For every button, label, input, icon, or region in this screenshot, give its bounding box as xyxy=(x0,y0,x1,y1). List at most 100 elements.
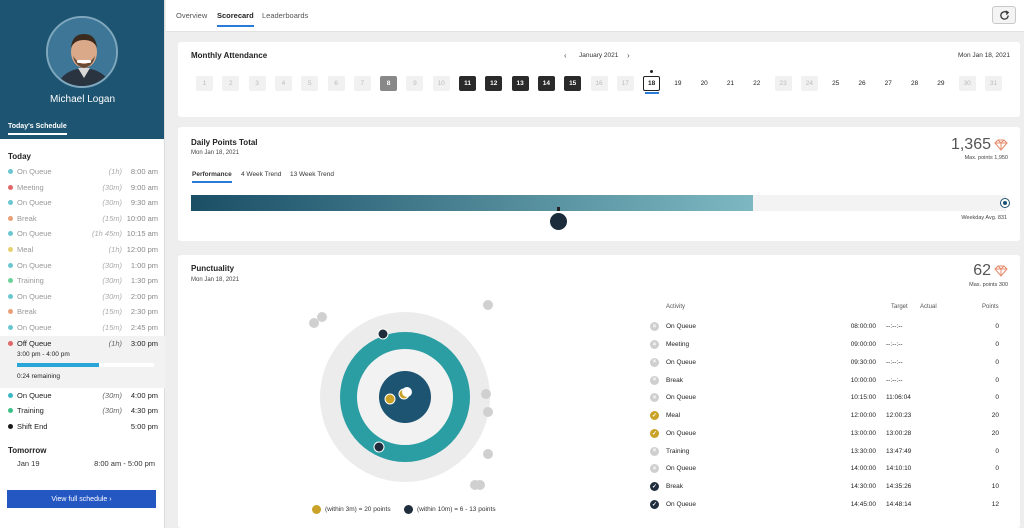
punctuality-max: Max. points 300 xyxy=(969,282,1008,288)
user-marker-avatar xyxy=(549,212,568,231)
refresh-button[interactable] xyxy=(992,6,1016,24)
activity-dot xyxy=(8,231,13,237)
view-full-schedule-button[interactable]: View full schedule › xyxy=(7,490,156,508)
activity-label: On Queue xyxy=(17,260,52,270)
calendar-day[interactable]: 24 xyxy=(800,76,818,91)
gem-icon xyxy=(994,265,1008,277)
activity-label: On Queue xyxy=(17,229,52,239)
calendar-day[interactable]: 19 xyxy=(669,76,686,91)
table-row: × Meeting 09:00:00 --:--:-- 0 xyxy=(648,336,1003,354)
activity-dot xyxy=(8,309,13,315)
calendar-day[interactable]: 12 xyxy=(485,76,503,91)
calendar-day[interactable]: 30 xyxy=(958,76,976,91)
tab-performance[interactable]: Performance xyxy=(192,171,232,183)
calendar-day[interactable]: 2 xyxy=(222,76,240,91)
activity-duration: (30m) xyxy=(102,182,122,192)
table-row: × Training 13:30:00 13:47:49 0 xyxy=(648,442,1003,460)
profile-header: Michael Logan Today's Schedule xyxy=(0,0,164,139)
list-item: Off Queue (1h) 3:00 pm xyxy=(8,336,158,351)
row-points: 0 xyxy=(995,465,999,473)
list-item: On Queue (30m) 2:00 pm xyxy=(8,289,158,304)
calendar-day[interactable]: 28 xyxy=(906,76,923,91)
missed-icon: × xyxy=(650,357,659,367)
tab-4-week-trend[interactable]: 4 Week Trend xyxy=(241,171,281,178)
row-target: 14:30:00 xyxy=(850,483,876,491)
attendance-date: Mon Jan 18, 2021 xyxy=(957,52,1010,59)
calendar-day[interactable]: 10 xyxy=(432,76,450,91)
calendar-day[interactable]: 14 xyxy=(537,76,555,91)
row-target: 10:00:00 xyxy=(850,376,876,384)
activity-time: 10:00 am xyxy=(126,213,158,223)
row-actual: --:--:-- xyxy=(886,376,903,384)
col-activity: Activity xyxy=(666,304,686,310)
calendar-day[interactable]: 1 xyxy=(196,76,213,91)
activity-time: 12:00 pm xyxy=(126,245,158,254)
calendar-day[interactable]: 15 xyxy=(564,76,582,91)
calendar-day[interactable]: 27 xyxy=(880,76,897,91)
calendar-day[interactable]: 23 xyxy=(774,76,792,91)
calendar-day[interactable]: 21 xyxy=(722,76,739,91)
calendar-day[interactable]: 29 xyxy=(932,76,949,91)
activity-time: 2:00 pm xyxy=(130,291,158,301)
tab-13-week-trend[interactable]: 13 Week Trend xyxy=(290,171,334,178)
tab-overview[interactable]: Overview xyxy=(176,11,207,20)
prev-month-chevron-icon[interactable]: ‹ xyxy=(564,51,567,60)
row-points: 0 xyxy=(995,376,999,384)
calendar-day[interactable]: 18 xyxy=(643,76,661,91)
activity-duration: (30m) xyxy=(102,291,122,301)
calendar-day[interactable]: 22 xyxy=(748,76,765,91)
row-activity: On Queue xyxy=(666,358,696,366)
activity-time: 5:00 pm xyxy=(130,421,158,431)
row-target: 09:30:00 xyxy=(850,358,876,366)
missed-icon: × xyxy=(650,446,659,456)
next-month-chevron-icon[interactable]: › xyxy=(627,51,630,60)
current-progress xyxy=(17,363,154,367)
tab-leaderboards[interactable]: Leaderboards xyxy=(262,11,308,20)
calendar-day[interactable]: 4 xyxy=(274,76,292,91)
calendar-day[interactable]: 5 xyxy=(301,76,319,91)
activity-duration: (15m) xyxy=(102,323,122,332)
activity-dot xyxy=(8,293,13,299)
calendar-day[interactable]: 25 xyxy=(827,76,844,91)
tab-scorecard[interactable]: Scorecard xyxy=(217,11,254,27)
row-target: 14:45:00 xyxy=(850,500,876,508)
calendar-day[interactable]: 31 xyxy=(985,76,1002,91)
table-row: ✓ Break 14:30:00 14:35:26 10 xyxy=(648,478,1003,496)
points-bar-fill xyxy=(191,195,754,211)
activity-label: Shift End xyxy=(17,421,48,431)
current-activity: Off Queue (1h) 3:00 pm 3:00 pm - 4:00 pm… xyxy=(0,336,165,388)
activity-dot xyxy=(8,325,13,330)
calendar-day[interactable]: 8 xyxy=(380,76,398,91)
activity-duration: (15m) xyxy=(102,213,122,223)
gem-icon xyxy=(994,139,1008,151)
activity-label: On Queue xyxy=(17,391,52,400)
calendar-day[interactable]: 13 xyxy=(511,76,529,91)
activity-dot xyxy=(8,278,13,284)
avatar[interactable] xyxy=(46,16,118,88)
tomorrow-range: 8:00 am - 5:00 pm xyxy=(94,459,155,468)
activity-duration: (30m) xyxy=(102,391,122,400)
activity-duration: (1h) xyxy=(108,339,122,348)
calendar-day[interactable]: 7 xyxy=(353,76,371,91)
row-activity: On Queue xyxy=(666,323,696,331)
activity-time: 2:45 pm xyxy=(130,323,158,332)
calendar-day[interactable]: 3 xyxy=(248,76,266,91)
calendar-day[interactable]: 11 xyxy=(459,76,476,91)
calendar-day[interactable]: 9 xyxy=(406,76,424,91)
weekday-avg: Weekday Avg. 831 xyxy=(961,215,1007,221)
calendar-day[interactable]: 6 xyxy=(327,76,345,91)
row-points: 0 xyxy=(995,447,999,455)
missed-icon: × xyxy=(650,322,659,332)
row-points: 10 xyxy=(991,483,999,491)
calendar-day[interactable]: 16 xyxy=(590,76,608,91)
row-points: 0 xyxy=(995,394,999,402)
calendar-day[interactable]: 20 xyxy=(696,76,713,91)
calendar-day[interactable]: 26 xyxy=(854,76,871,91)
tab-todays-schedule[interactable]: Today's Schedule xyxy=(8,123,67,135)
table-row: ✓ Meal 12:00:00 12:00:23 20 xyxy=(648,407,1003,425)
calendar-day[interactable]: 17 xyxy=(616,76,634,91)
table-row: × On Queue 09:30:00 --:--:-- 0 xyxy=(648,354,1003,372)
check-icon: ✓ xyxy=(650,482,659,492)
list-item: Break (15m) 2:30 pm xyxy=(8,304,158,319)
check-icon: ✓ xyxy=(650,411,659,421)
